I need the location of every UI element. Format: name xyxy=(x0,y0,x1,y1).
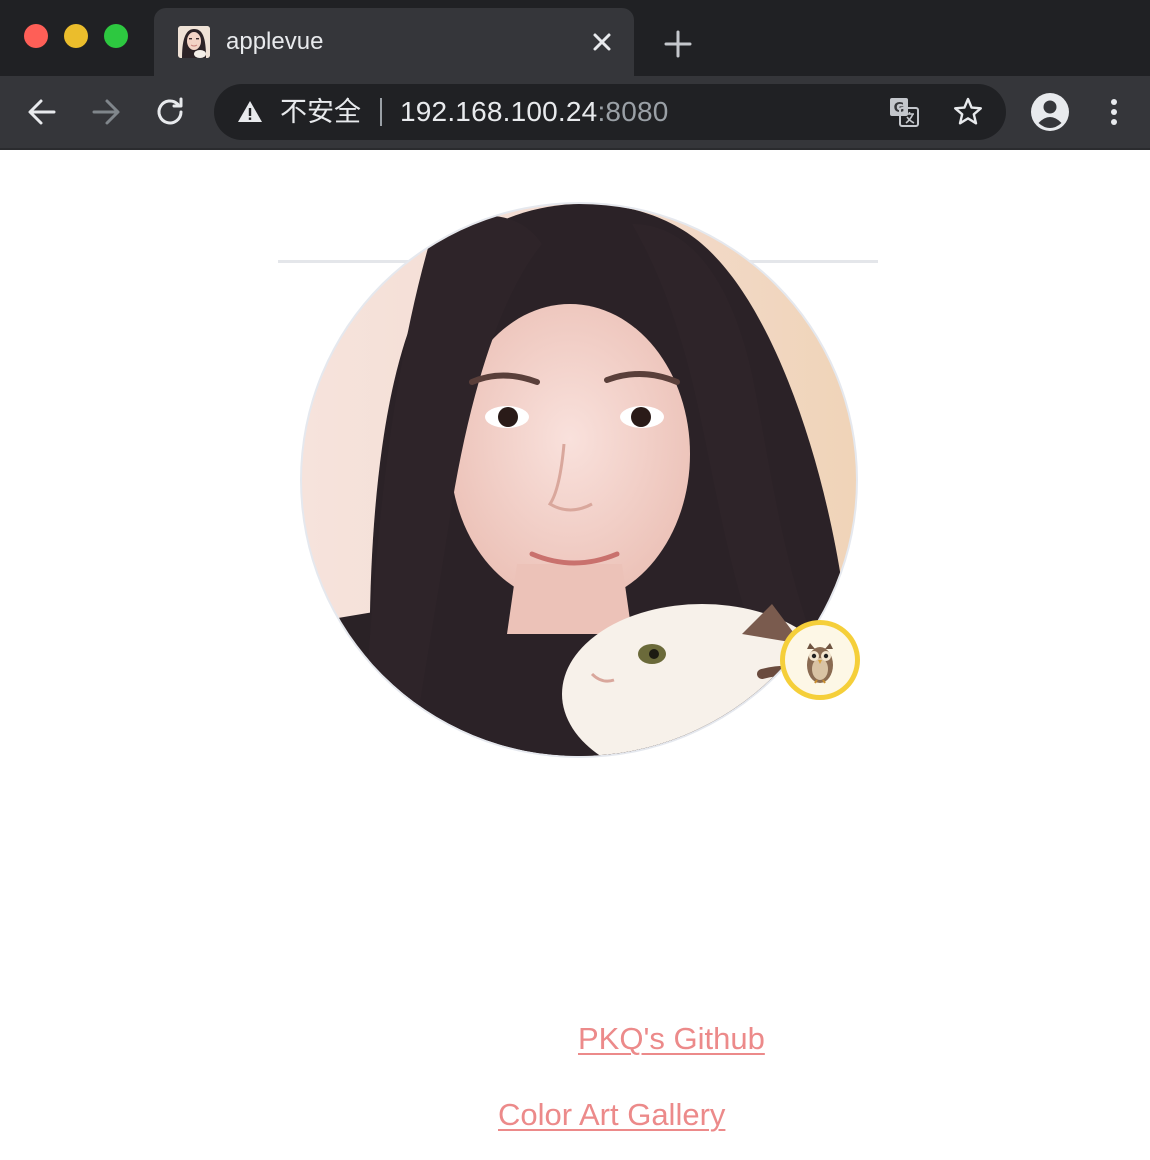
tab-active[interactable]: applevue xyxy=(154,8,634,76)
tab-title: applevue xyxy=(226,28,324,55)
translate-icon[interactable]: G xyxy=(888,96,920,128)
url-text[interactable]: 192.168.100.24:8080 xyxy=(400,95,669,129)
back-arrow-icon[interactable] xyxy=(22,92,62,132)
security-status-label[interactable]: 不安全 xyxy=(280,96,361,128)
window-zoom-button[interactable] xyxy=(104,24,128,48)
page-content: PKQ's Github Color Art Gallery xyxy=(0,150,1150,1160)
warning-triangle-icon[interactable] xyxy=(236,98,264,126)
avatar-frame xyxy=(300,202,858,758)
close-icon[interactable] xyxy=(588,28,616,56)
more-vert-icon[interactable] xyxy=(1094,92,1134,132)
github-link[interactable]: PKQ's Github xyxy=(578,1020,765,1058)
browser-toolbar: 不安全 192.168.100.24:8080 G xyxy=(0,76,1150,150)
forward-arrow-icon[interactable] xyxy=(86,92,126,132)
star-icon[interactable] xyxy=(952,96,984,128)
window-minimize-button[interactable] xyxy=(64,24,88,48)
reload-icon[interactable] xyxy=(150,92,190,132)
owl-icon-image xyxy=(785,625,855,695)
address-divider xyxy=(380,98,382,126)
tab-strip: applevue xyxy=(0,0,1150,76)
address-bar[interactable]: 不安全 192.168.100.24:8080 G xyxy=(214,84,1006,140)
owl-icon[interactable] xyxy=(780,620,860,700)
account-icon[interactable] xyxy=(1030,92,1070,132)
avatar xyxy=(302,204,856,756)
color-art-gallery-link[interactable]: Color Art Gallery xyxy=(498,1096,725,1134)
window-close-button[interactable] xyxy=(24,24,48,48)
plus-icon[interactable] xyxy=(660,26,696,62)
url-port: :8080 xyxy=(597,96,669,127)
url-host: 192.168.100.24 xyxy=(400,96,598,127)
profile-photo-favicon-icon xyxy=(178,26,210,58)
browser-window: applevue 不安全 192.168.100.24:8080 G PKQ's… xyxy=(0,0,1150,1160)
